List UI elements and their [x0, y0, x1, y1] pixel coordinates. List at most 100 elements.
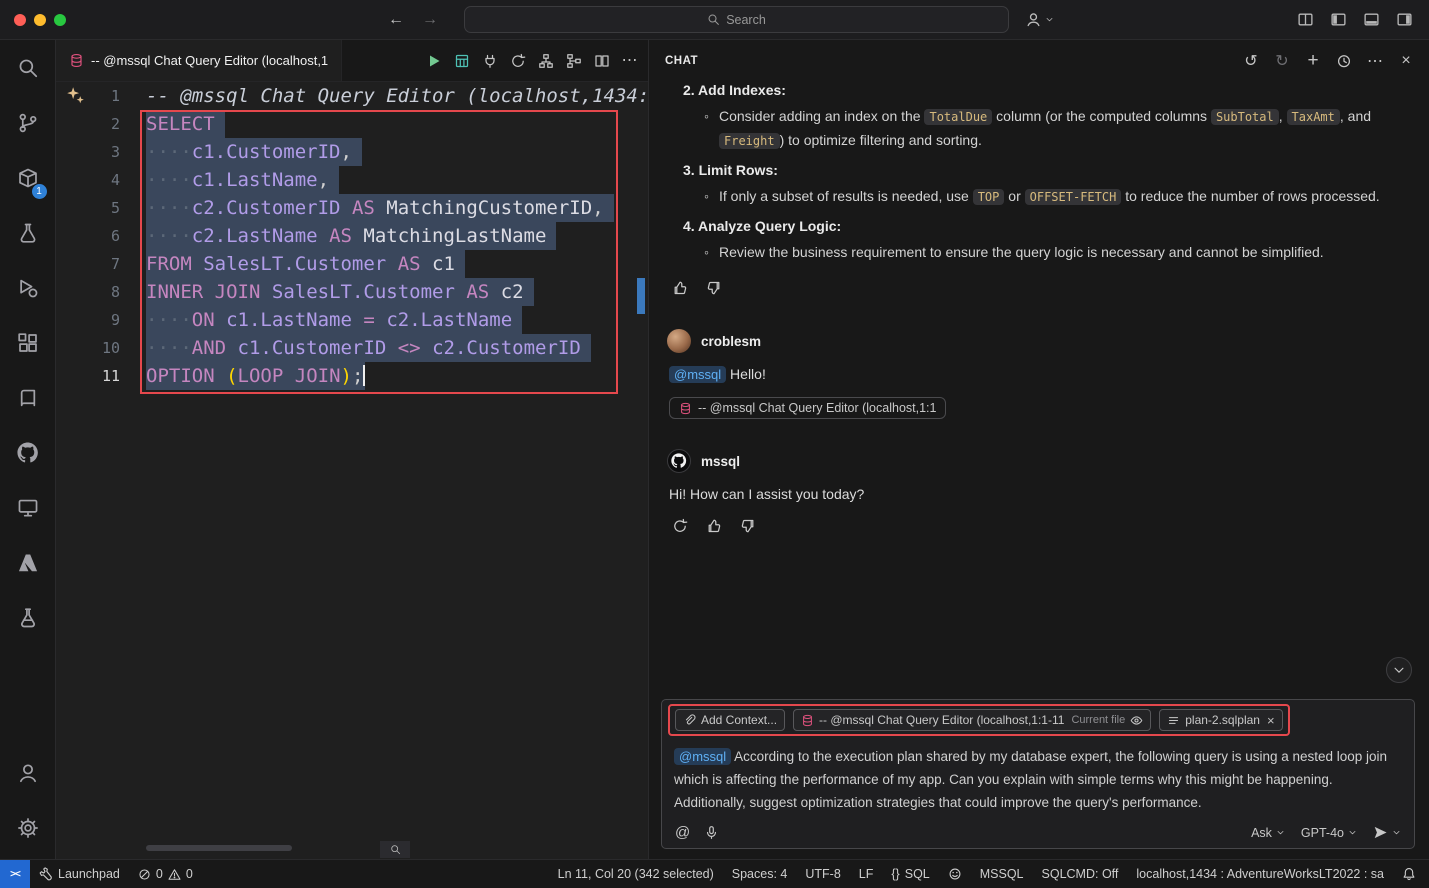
connection-status-item[interactable]: localhost,1434 : AdventureWorksLT2022 : …	[1127, 860, 1393, 888]
error-icon	[138, 868, 151, 881]
line-number: 4	[56, 166, 146, 194]
mention-chip[interactable]: @mssql	[669, 366, 726, 383]
eye-icon[interactable]	[1130, 714, 1143, 727]
current-file-context-chip[interactable]: -- @mssql Chat Query Editor (localhost,1…	[793, 709, 1151, 731]
indentation-indicator[interactable]: Spaces: 4	[723, 860, 797, 888]
code-line-6[interactable]: 6····c2.LastName AS MatchingLastName	[56, 222, 648, 250]
search-icon[interactable]	[4, 44, 52, 92]
microphone-icon[interactable]	[704, 825, 719, 840]
code-line-1[interactable]: 1-- @mssql Chat Query Editor (localhost,…	[56, 82, 648, 110]
toggle-panel-icon[interactable]	[1363, 11, 1380, 28]
code-line-4[interactable]: 4····c1.LastName,	[56, 166, 648, 194]
notifications-bell-icon[interactable]	[1393, 860, 1429, 888]
editor-layout-icon[interactable]	[1297, 11, 1314, 28]
scroll-to-bottom-button[interactable]	[1386, 657, 1412, 683]
code-line-10[interactable]: 10····AND c1.CustomerID <> c2.CustomerID	[56, 334, 648, 362]
plan-button[interactable]	[533, 48, 558, 73]
copilot-sparkle-icon[interactable]	[66, 86, 85, 105]
close-window-button[interactable]	[14, 14, 26, 26]
redo-request-icon[interactable]: ↻	[1271, 50, 1293, 72]
message-attachment-chip[interactable]: -- @mssql Chat Query Editor (localhost,1…	[669, 397, 946, 419]
tools-icon	[39, 867, 53, 881]
mode-picker[interactable]: Ask	[1251, 826, 1285, 840]
code-line-11[interactable]: 11OPTION (LOOP JOIN);	[56, 362, 648, 390]
chevron-down-icon	[1276, 828, 1285, 837]
minimize-window-button[interactable]	[34, 14, 46, 26]
navigate-back-button[interactable]: ←	[388, 11, 404, 29]
chat-history-icon[interactable]	[1333, 50, 1355, 72]
chat-input-text: According to the execution plan shared b…	[674, 749, 1387, 810]
zoom-indicator[interactable]	[380, 841, 410, 858]
remote-explorer-icon[interactable]	[4, 484, 52, 532]
connect-button[interactable]	[477, 48, 502, 73]
toggle-secondary-sidebar-icon[interactable]	[1396, 11, 1413, 28]
code-editor[interactable]: 1-- @mssql Chat Query Editor (localhost,…	[56, 82, 648, 859]
code-line-8[interactable]: 8INNER JOIN SalesLT.Customer AS c2	[56, 278, 648, 306]
assistant-actions-row	[669, 515, 1415, 537]
command-center-search[interactable]: Search	[464, 6, 1009, 33]
more-button[interactable]: ⋯	[617, 48, 642, 73]
toggle-primary-sidebar-icon[interactable]	[1330, 11, 1347, 28]
eol-indicator[interactable]: LF	[850, 860, 883, 888]
account-menu[interactable]	[1025, 11, 1054, 28]
notebook-icon[interactable]	[4, 374, 52, 422]
chat-message-input[interactable]: @mssql According to the execution plan s…	[668, 736, 1408, 821]
rerun-request-icon[interactable]	[669, 515, 691, 537]
mssql-status-item[interactable]: MSSQL	[971, 860, 1033, 888]
code-line-2[interactable]: 2SELECT	[56, 110, 648, 138]
plan2-button[interactable]	[561, 48, 586, 73]
account-icon[interactable]	[4, 749, 52, 797]
model-picker[interactable]: GPT-4o	[1301, 826, 1357, 840]
database-projects-icon[interactable]	[4, 594, 52, 642]
sync-button[interactable]	[505, 48, 530, 73]
chevron-down-icon	[1392, 663, 1406, 677]
extensions-icon[interactable]	[4, 319, 52, 367]
sqlcmd-status-item[interactable]: SQLCMD: Off	[1033, 860, 1128, 888]
user-name: croblesm	[701, 334, 761, 349]
thumbs-up-icon[interactable]	[703, 515, 725, 537]
thumbs-up-icon[interactable]	[669, 277, 691, 299]
run-button[interactable]	[421, 48, 446, 73]
testing-icon[interactable]	[4, 209, 52, 257]
horizontal-scrollbar[interactable]	[146, 845, 292, 851]
azure-icon[interactable]	[4, 539, 52, 587]
mention-chip[interactable]: @mssql	[674, 748, 731, 765]
remote-indicator[interactable]: ><	[0, 860, 30, 888]
new-chat-icon[interactable]: +	[1302, 50, 1324, 72]
undo-request-icon[interactable]: ↺	[1240, 50, 1262, 72]
split-button[interactable]	[589, 48, 614, 73]
send-button[interactable]	[1373, 825, 1401, 840]
results-button[interactable]	[449, 48, 474, 73]
language-mode-indicator[interactable]: {} SQL	[882, 860, 938, 888]
github-icon[interactable]	[4, 429, 52, 477]
feedback-smiley-button[interactable]	[939, 860, 971, 888]
thumbs-down-icon[interactable]	[737, 515, 759, 537]
tab-mssql-chat-query-editor[interactable]: -- @mssql Chat Query Editor (localhost,1	[56, 40, 342, 81]
run-debug-icon[interactable]	[4, 264, 52, 312]
close-panel-icon[interactable]: ×	[1395, 50, 1417, 72]
more-actions-icon[interactable]: ⋯	[1364, 50, 1386, 72]
line-number: 3	[56, 138, 146, 166]
code-line-7[interactable]: 7FROM SalesLT.Customer AS c1	[56, 250, 648, 278]
problems-indicator[interactable]: 0 0	[129, 860, 202, 888]
remove-attachment-icon[interactable]: ×	[1267, 713, 1275, 728]
cursor-position-indicator[interactable]: Ln 11, Col 20 (342 selected)	[549, 860, 723, 888]
add-context-button[interactable]: Add Context...	[675, 709, 785, 731]
user-avatar	[667, 329, 691, 353]
zoom-window-button[interactable]	[54, 14, 66, 26]
encoding-indicator[interactable]: UTF-8	[796, 860, 849, 888]
code-line-3[interactable]: 3····c1.CustomerID,	[56, 138, 648, 166]
source-control-icon[interactable]	[4, 99, 52, 147]
code-line-5[interactable]: 5····c2.CustomerID AS MatchingCustomerID…	[56, 194, 648, 222]
sqlplan-context-chip[interactable]: plan-2.sqlplan ×	[1159, 709, 1282, 731]
mention-picker-icon[interactable]: @	[675, 824, 690, 841]
references-icon[interactable]: 1	[4, 154, 52, 202]
thumbs-down-icon[interactable]	[703, 277, 725, 299]
navigate-forward-button[interactable]: →	[422, 11, 438, 29]
line-number: 10	[56, 334, 146, 362]
code-lines: 1-- @mssql Chat Query Editor (localhost,…	[56, 82, 648, 390]
launchpad-button[interactable]: Launchpad	[30, 860, 129, 888]
chat-input-box[interactable]: Add Context... -- @mssql Chat Query Edit…	[661, 699, 1415, 849]
settings-icon[interactable]	[4, 804, 52, 852]
code-line-9[interactable]: 9····ON c1.LastName = c2.LastName	[56, 306, 648, 334]
